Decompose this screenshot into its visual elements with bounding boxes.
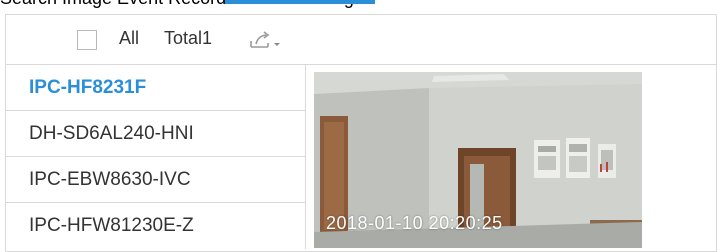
top-bar: Search Image Event Recorder Video Settin… xyxy=(0,0,717,8)
device-item-ipc-ebw8630-ivc[interactable]: IPC-EBW8630-IVC xyxy=(6,157,306,203)
device-panel: All Total1 IPC-HF8231F DH-SD6AL240-HNI I… xyxy=(5,14,717,252)
chevron-down-icon xyxy=(274,43,280,46)
device-list: IPC-HF8231F DH-SD6AL240-HNI IPC-EBW8630-… xyxy=(6,65,306,249)
camera-preview-thumbnail[interactable]: 2018-01-10 20:20:25 xyxy=(314,72,642,248)
device-item-ipc-hfw81230e-z[interactable]: IPC-HFW81230E-Z xyxy=(6,203,306,249)
device-item-ipc-hf8231f[interactable]: IPC-HF8231F xyxy=(6,65,306,111)
total-count-label: Total1 xyxy=(164,28,213,48)
select-all-label: All xyxy=(119,28,140,48)
export-icon[interactable] xyxy=(248,29,284,51)
select-all-checkbox[interactable] xyxy=(77,30,97,50)
toolbar: All Total1 xyxy=(6,15,716,65)
device-item-dh-sd6al240-hni[interactable]: DH-SD6AL240-HNI xyxy=(6,111,306,157)
active-tab-indicator xyxy=(225,0,375,4)
snapshot-timestamp: 2018-01-10 20:20:25 xyxy=(326,213,503,233)
